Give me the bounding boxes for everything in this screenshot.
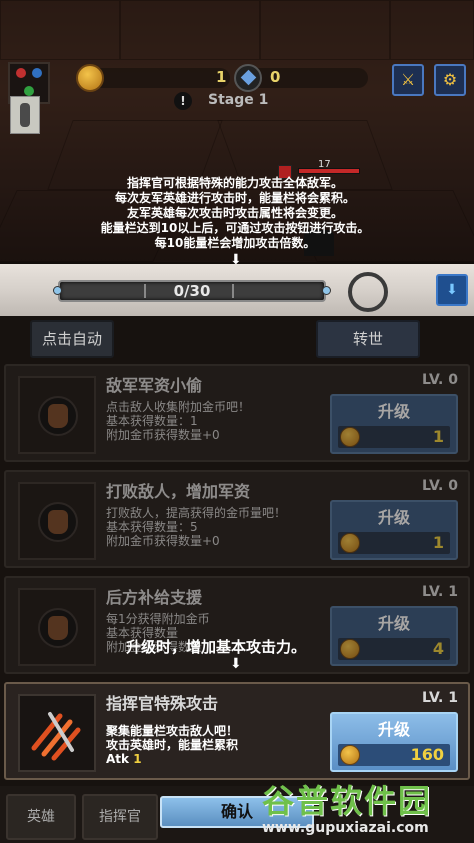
desc-line: 打败敌人，提高获得的金币量吧！ [106, 506, 287, 520]
tutorial-line: 每次友军英雄进行攻击时，能量栏将会累积。 [114, 191, 355, 205]
atk-label: Atk [106, 752, 130, 766]
upgrade-level: LV. 1 [422, 690, 458, 706]
tutorial-tip-top: 指挥官可根据特殊的能力攻击全体敌军。 每次友军英雄进行攻击时，能量栏将会累积。 … [60, 176, 410, 251]
upgrade-thumb [18, 376, 96, 454]
upgrade-cost: 160 [338, 744, 450, 766]
upgrade-level: LV. 1 [422, 584, 458, 600]
money-bag-icon [48, 510, 68, 534]
watermark-url: www.gupuxiazai.com [262, 820, 429, 836]
hero-avatar[interactable] [10, 96, 40, 134]
desc-line: 攻击英雄时，能量栏累积 [106, 738, 239, 752]
gold-coin-icon [340, 639, 360, 659]
energy-bar: 0/30 [53, 280, 331, 302]
claw-slash-icon [31, 712, 81, 761]
blue-orb-icon [32, 68, 42, 78]
upgrade-button[interactable]: 升级 1 [330, 394, 458, 454]
tutorial-line: 能量栏达到10以上后，可通过攻击按钮进行攻击。 [100, 221, 370, 235]
enemy-level: 17 [318, 159, 331, 170]
upgrade-title: 敌军军资小偷 [106, 376, 203, 395]
red-orb-icon [16, 68, 26, 78]
gold-bar [90, 68, 230, 88]
desc-line: 附加金币获得数量+0 [106, 428, 220, 442]
lightning-icon: ⬇ [446, 282, 458, 298]
watermark: 谷普软件园 www.gupuxiazai.com [258, 770, 474, 843]
upgrade-cost-amount: 160 [410, 745, 444, 764]
upgrade-cost-amount: 1 [432, 533, 444, 552]
upgrade-desc: 点击敌人收集附加金币吧！ 基本获得数量：1 附加金币获得数量+0 [106, 400, 250, 442]
tab-commander[interactable]: 指挥官 [82, 794, 158, 840]
upgrade-button[interactable]: 升级 1 [330, 500, 458, 560]
watermark-brand: 谷普软件园 [262, 782, 433, 820]
gold-coin-icon [340, 745, 360, 765]
attack-ring-button[interactable] [348, 272, 388, 312]
energy-text: 0/30 [173, 282, 211, 300]
gold-amount: 1 [216, 68, 227, 86]
gold-coin-icon [76, 64, 104, 92]
upgrade-cost-amount: 1 [432, 427, 444, 446]
upgrade-button-label: 升级 [377, 720, 410, 739]
upgrade-cost: 1 [338, 426, 450, 448]
tutorial-line: 友军英雄每次攻击时攻击属性将会变更。 [126, 206, 343, 220]
upgrade-button-label: 升级 [377, 614, 410, 633]
upgrade-card-defeat: 打败敌人，增加军资 LV. 0 打败敌人，提高获得的金币量吧！ 基本获得数量：5… [4, 470, 470, 568]
stage-label: Stage 1 [208, 92, 269, 108]
atk-value: 1 [133, 752, 142, 766]
bar-cap-right [322, 286, 331, 295]
upgrade-level: LV. 0 [422, 372, 458, 388]
upgrade-cost-amount: 4 [432, 639, 444, 658]
upgrade-card-thief: 敌军军资小偷 LV. 0 点击敌人收集附加金币吧！ 基本获得数量：1 附加金币获… [4, 364, 470, 462]
alert-icon: ! [174, 92, 192, 110]
desc-line: 聚集能量栏攻击敌人吧！ [106, 724, 239, 738]
upgrade-level: LV. 0 [422, 478, 458, 494]
gem-icon [234, 64, 262, 92]
upgrade-cost: 4 [338, 638, 450, 660]
desc-line: 每1分获得附加金币 [106, 612, 210, 626]
green-orb-icon [24, 86, 34, 96]
gold-coin-icon [340, 427, 360, 447]
upgrade-desc: 打败敌人，提高获得的金币量吧！ 基本获得数量：5 附加金币获得数量+0 [106, 506, 286, 548]
arrow-down-icon: ⬇ [230, 656, 242, 672]
gold-coin-icon [340, 533, 360, 553]
tutorial-tip-mid: 升级时，增加基本攻击力。 [126, 638, 307, 656]
gem-amount: 0 [270, 68, 281, 86]
upgrade-title: 打败敌人，增加军资 [106, 482, 251, 501]
desc-line: 附加金币获得数量+0 [106, 534, 220, 548]
upgrade-thumb [18, 482, 96, 560]
upgrade-cost: 1 [338, 532, 450, 554]
upgrade-button[interactable]: 升级 160 [330, 712, 458, 772]
upgrade-title: 指挥官特殊攻击 [106, 694, 219, 713]
upgrade-thumb [18, 694, 96, 772]
upgrade-button-label: 升级 [377, 508, 410, 527]
auto-click-button[interactable]: 点击自动 [30, 320, 114, 358]
rebirth-button[interactable]: 转世 [316, 320, 420, 358]
upgrade-button-label: 升级 [377, 402, 410, 421]
desc-line: 基本获得数量：1 [106, 414, 198, 428]
desc-line: 基本获得数量：5 [106, 520, 198, 534]
tutorial-line: 每10能量栏会增加攻击倍数。 [154, 236, 316, 250]
upgrade-desc: 聚集能量栏攻击敌人吧！ 攻击英雄时，能量栏累积 Atk 1 [106, 724, 238, 766]
atk-line: Atk 1 [106, 752, 238, 766]
upgrade-title: 后方补给支援 [106, 588, 203, 607]
skill-button[interactable]: ⬇ [436, 274, 468, 306]
money-bag-icon [48, 404, 68, 428]
upgrade-card-commander-attack: 指挥官特殊攻击 LV. 1 聚集能量栏攻击敌人吧！ 攻击英雄时，能量栏累积 At… [4, 682, 470, 780]
gem-bar [248, 68, 368, 88]
upgrade-thumb [18, 588, 96, 666]
sword-icon: ⚔ [400, 70, 416, 89]
sword-button[interactable]: ⚔ [392, 64, 424, 96]
settings-button[interactable]: ⚙ [434, 64, 466, 96]
tutorial-line: 指挥官可根据特殊的能力攻击全体敌军。 [126, 176, 343, 190]
desc-line: 点击敌人收集附加金币吧！ [106, 400, 251, 414]
tab-heroes[interactable]: 英雄 [6, 794, 76, 840]
money-bag-icon [48, 616, 68, 640]
gear-icon: ⚙ [442, 70, 458, 89]
upgrade-button[interactable]: 升级 4 [330, 606, 458, 666]
